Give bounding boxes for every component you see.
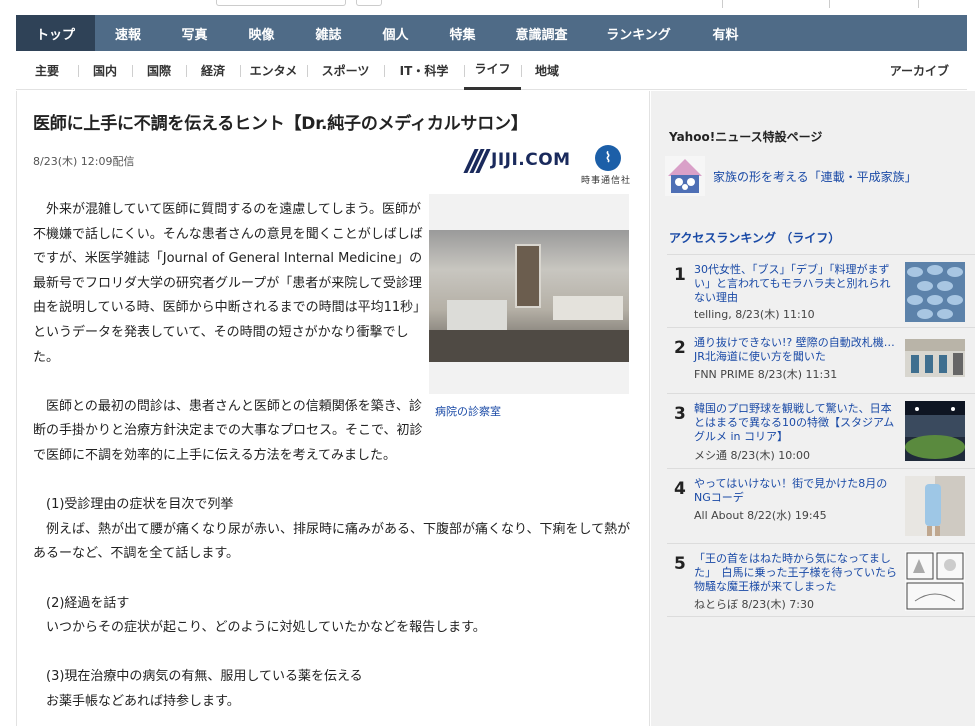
category-nav: 主要 国内 国際 経済 エンタメ スポーツ IT・科学 ライフ 地域 アーカイブ [16,51,967,90]
tab-sports[interactable]: スポーツ [307,51,384,90]
tab-entertainment[interactable]: エンタメ [240,51,307,90]
family-feature-icon [665,156,705,196]
source-logo[interactable]: JIJI.COM ⌇ 時事通信社 [463,141,635,186]
divider [918,0,919,8]
paragraph: (1)受診理由の症状を目次で列挙 [33,497,234,513]
ranking-thumbnail[interactable] [905,339,965,377]
article-body: 外来が混雑していて医師に質問するのを遠慮してしまう。医師が不機嫌で話しにくい。そ… [33,198,637,714]
ranking-thumbnail[interactable] [905,551,965,611]
feature-link-row[interactable]: 家族の形を考える「連載・平成家族」 [665,156,917,196]
ranking-source: メシ通 8/23(木) 10:00 [694,449,810,462]
ranking-source: FNN PRIME 8/23(木) 11:31 [694,368,838,381]
ranking-title-link[interactable]: 通り抜けできない!? 壁際の自動改札機…JR北海道に使い方を聞いた [694,336,900,364]
divider [722,0,723,8]
main-nav: トップ 速報 写真 映像 雑誌 個人 特集 意識調査 ランキング 有料 [16,15,967,51]
rank-number: 3 [674,404,686,424]
ranking-thumbnail[interactable] [905,401,965,461]
paragraph: お薬手帳などあれば持参します。 [33,693,240,709]
ranking-item[interactable]: 5 「王の首をはねた時から気になってました」 白馬に乗った王子様を待っていたら物… [667,543,975,617]
main-nav-survey[interactable]: 意識調査 [496,15,587,51]
paragraph: 外来が混雑していて医師に質問するのを遠慮してしまう。医師が不機嫌で話しにくい。そ… [33,202,427,365]
paragraph: 例えば、熱が出て腰が痛くなり尿が赤い、排尿時に痛みがある、下腹部が痛くなり、下痢… [33,521,631,562]
main-nav-video[interactable]: 映像 [228,15,295,51]
rank-number: 1 [674,265,686,285]
search-button-edge[interactable] [356,0,382,6]
feature-heading: Yahoo!ニュース特設ページ [669,130,823,144]
main-nav-photo[interactable]: 写真 [161,15,228,51]
ranking-item[interactable]: 3 韓国のプロ野球を観戦して驚いた、日本とはまるで異なる10の特徴【スタジアムグ… [667,393,975,468]
divider [829,0,830,8]
ranking-list: 1 30代女性、「ブス」「デブ」「料理がまずい」と言われてもモラハラ夫と別れられ… [667,254,975,617]
tab-domestic[interactable]: 国内 [78,51,132,90]
ranking-source: telling, 8/23(木) 11:10 [694,308,815,321]
main-nav-ranking[interactable]: ランキング [587,15,690,51]
ranking-item[interactable]: 4 やってはいけない！街で見かけた8月のNGコーデ All About 8/22… [667,468,975,543]
main-nav-feature[interactable]: 特集 [429,15,496,51]
main-nav-top[interactable]: トップ [16,15,95,51]
main-nav-individual[interactable]: 個人 [362,15,429,51]
ranking-thumbnail[interactable] [905,476,965,536]
top-strip [0,0,975,8]
ranking-thumbnail[interactable] [905,262,965,322]
ranking-item[interactable]: 1 30代女性、「ブス」「デブ」「料理がまずい」と言われてもモラハラ夫と別れられ… [667,254,975,327]
rank-number: 4 [674,479,686,499]
tab-it-science[interactable]: IT・科学 [384,51,464,90]
article: 医師に上手に不調を伝えるヒント【Dr.純子のメディカルサロン】 8/23(木) … [16,91,650,726]
main-nav-magazine[interactable]: 雑誌 [295,15,362,51]
tab-life[interactable]: ライフ [464,51,521,90]
sidebar: Yahoo!ニュース特設ページ 家族の形を考える「連載・平成家族」 アクセスラン… [651,91,975,726]
ranking-heading[interactable]: アクセスランキング （ライフ） [669,229,840,246]
jiji-emblem-icon: ⌇ [595,145,621,171]
source-logo-text: JIJI.COM [491,150,571,170]
paragraph: (3)現在治療中の病気の有無、服用している薬を伝える [33,669,363,685]
paragraph: 医師との最初の問診は、患者さんと医師との信頼関係を築き、診断の手掛かりと治療方針… [33,398,423,463]
paragraph: いつからその症状が起こり、どのように対処していたかなどを報告します。 [33,620,486,636]
tab-local[interactable]: 地域 [521,51,573,90]
search-box-edge[interactable] [216,0,346,6]
ranking-title-link[interactable]: 「王の首をはねた時から気になってました」 白馬に乗った王子様を待っていたら物騒な… [694,552,900,594]
tab-economy[interactable]: 経済 [186,51,240,90]
source-logo-sub: 時事通信社 [580,176,631,186]
ranking-title-link[interactable]: やってはいけない！街で見かけた8月のNGコーデ [694,477,900,505]
main-nav-flash[interactable]: 速報 [95,15,161,51]
jiji-slash-icon [463,149,491,173]
article-date: 8/23(木) 12:09配信 [33,155,135,168]
ranking-item[interactable]: 2 通り抜けできない!? 壁際の自動改札機…JR北海道に使い方を聞いた FNN … [667,327,975,393]
ranking-source: ねとらぼ 8/23(木) 7:30 [694,598,814,611]
main-nav-paid[interactable]: 有料 [690,15,761,51]
tab-international[interactable]: 国際 [132,51,186,90]
rank-number: 5 [674,554,686,574]
ranking-source: All About 8/22(水) 19:45 [694,509,827,522]
ranking-title-link[interactable]: 30代女性、「ブス」「デブ」「料理がまずい」と言われてもモラハラ夫と別れられない… [694,263,900,305]
rank-number: 2 [674,338,686,358]
paragraph: (2)経過を話す [33,595,130,611]
feature-link[interactable]: 家族の形を考える「連載・平成家族」 [713,168,917,185]
article-title: 医師に上手に不調を伝えるヒント【Dr.純子のメディカルサロン】 [33,114,528,134]
archive-link[interactable]: アーカイブ [890,51,949,90]
tab-main[interactable]: 主要 [16,51,78,90]
ranking-title-link[interactable]: 韓国のプロ野球を観戦して驚いた、日本とはまるで異なる10の特徴【スタジアムグルメ… [694,402,900,444]
